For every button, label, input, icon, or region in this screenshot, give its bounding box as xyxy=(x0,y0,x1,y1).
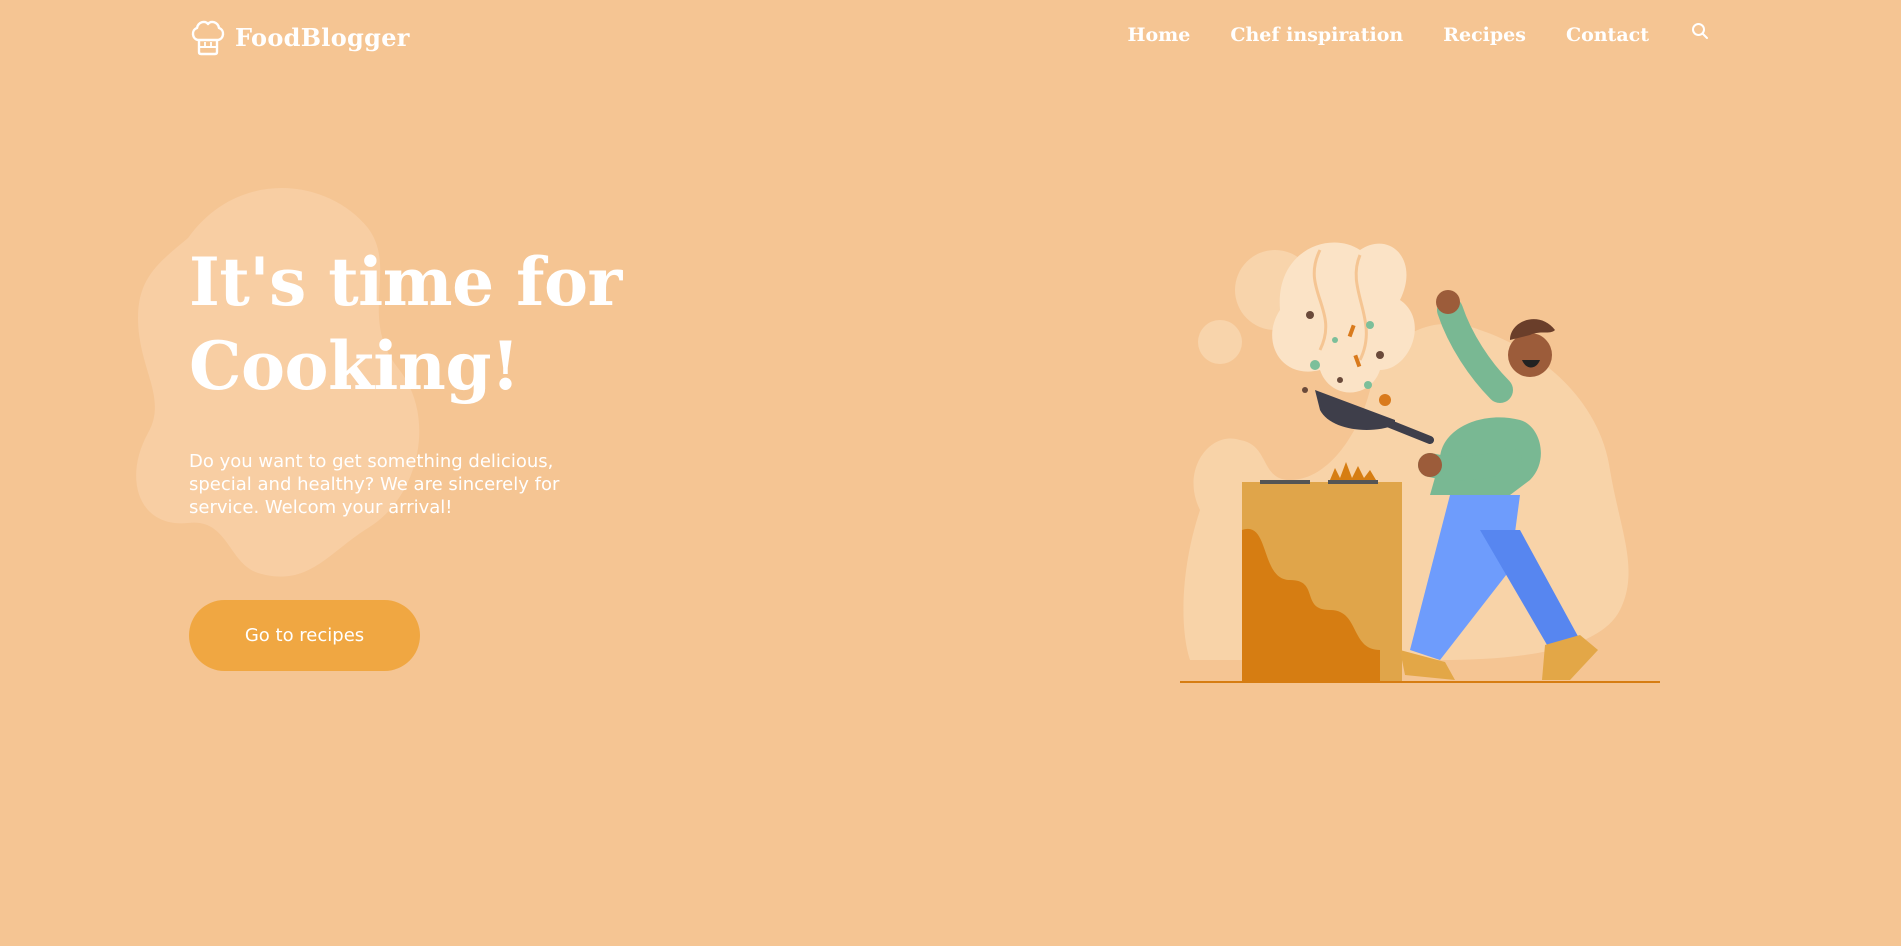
brand-name: FoodBlogger xyxy=(235,22,410,52)
search-icon xyxy=(1691,22,1709,44)
nav-item-recipes[interactable]: Recipes xyxy=(1443,24,1526,46)
search-button[interactable] xyxy=(1689,22,1711,44)
nav-item-contact[interactable]: Contact xyxy=(1566,24,1649,46)
hero-section: It's time for Cooking! Do you want to ge… xyxy=(189,240,669,519)
nav-item-chef-inspiration[interactable]: Chef inspiration xyxy=(1230,24,1403,46)
site-header: FoodBlogger Home Chef inspiration Recipe… xyxy=(0,0,1901,80)
hero-title: It's time for Cooking! xyxy=(189,240,669,408)
chef-tossing-pan-illustration xyxy=(1180,242,1660,683)
chef-hat-icon xyxy=(189,18,227,56)
hero-title-line-2: Cooking! xyxy=(189,327,520,405)
landing-page: FoodBlogger Home Chef inspiration Recipe… xyxy=(0,0,1901,946)
hero-title-line-1: It's time for xyxy=(189,243,622,321)
logo-link[interactable]: FoodBlogger xyxy=(189,18,410,56)
nav-item-home[interactable]: Home xyxy=(1128,24,1191,46)
hero-description: Do you want to get something delicious, … xyxy=(189,451,560,518)
go-to-recipes-button[interactable]: Go to recipes xyxy=(189,600,420,671)
main-nav: Home Chef inspiration Recipes Contact xyxy=(1128,22,1711,46)
